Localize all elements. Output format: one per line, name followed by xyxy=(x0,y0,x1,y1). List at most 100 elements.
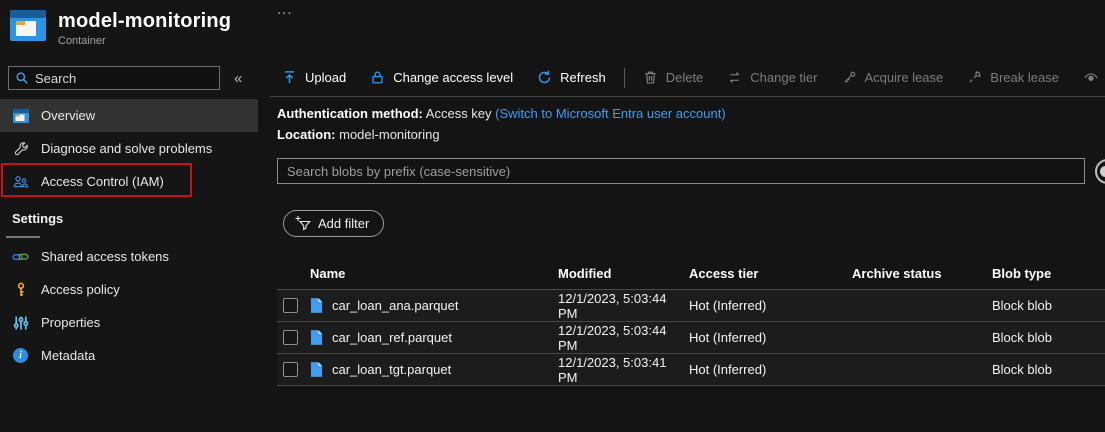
column-header-archive-status[interactable]: Archive status xyxy=(852,266,992,281)
break-lease-button: Break lease xyxy=(955,59,1071,96)
clipped-circle-button[interactable] xyxy=(1095,159,1105,184)
file-icon xyxy=(310,362,323,377)
acquire-lease-button: Acquire lease xyxy=(830,59,956,96)
file-icon xyxy=(310,298,323,313)
access-tier-cell: Hot (Inferred) xyxy=(689,330,852,345)
switch-entra-link[interactable]: (Switch to Microsoft Entra user account) xyxy=(495,106,725,121)
sidebar-item-label: Access policy xyxy=(41,282,120,297)
toolbar-label: Upload xyxy=(305,70,346,85)
page-title: model-monitoring xyxy=(58,10,231,32)
azure-container-page: { "colors": { "accent": "#2899f5", "link… xyxy=(0,0,1105,432)
row-checkbox-cell xyxy=(277,330,305,345)
sidebar-item-access-policy[interactable]: Access policy xyxy=(0,273,258,306)
row-checkbox[interactable] xyxy=(283,330,298,345)
upload-icon xyxy=(282,70,297,85)
sidebar-item-overview[interactable]: Overview xyxy=(0,99,258,132)
sidebar-item-metadata[interactable]: i Metadata xyxy=(0,339,258,372)
toolbar-label: Refresh xyxy=(560,70,606,85)
info-icon: i xyxy=(12,347,29,364)
add-filter-button[interactable]: Add filter xyxy=(283,210,384,237)
link-icon xyxy=(12,248,29,265)
auth-method-value: Access key xyxy=(426,106,492,121)
sidebar-search-input[interactable] xyxy=(35,71,195,86)
eye-icon xyxy=(1083,70,1099,85)
toolbar-label: Change access level xyxy=(393,70,513,85)
container-overview-icon xyxy=(12,107,29,124)
change-access-level-button[interactable]: Change access level xyxy=(358,59,525,96)
blob-search-input[interactable] xyxy=(278,164,1084,179)
column-header-modified[interactable]: Modified xyxy=(558,266,689,281)
blob-search-box[interactable] xyxy=(277,158,1085,184)
upload-button[interactable]: Upload xyxy=(270,59,358,96)
lease-icon xyxy=(842,70,857,85)
sliders-icon xyxy=(12,314,29,331)
sidebar-nav: Overview Diagnose and solve problems Acc… xyxy=(0,99,258,198)
toolbar-label: Acquire lease xyxy=(865,70,944,85)
table-row: car_loan_tgt.parquet 12/1/2023, 5:03:41 … xyxy=(277,354,1105,386)
blob-name-link[interactable]: car_loan_ana.parquet xyxy=(332,298,459,313)
location-label: Location: xyxy=(277,127,336,142)
sidebar-item-label: Metadata xyxy=(41,348,95,363)
trash-icon xyxy=(643,70,658,85)
blob-name-cell: car_loan_tgt.parquet xyxy=(305,362,558,377)
blob-type-cell: Block blob xyxy=(992,298,1105,313)
toolbar-label: Delete xyxy=(666,70,704,85)
access-tier-cell: Hot (Inferred) xyxy=(689,362,852,377)
settings-divider xyxy=(6,236,40,238)
key-icon xyxy=(12,281,29,298)
sidebar-item-access-control-iam[interactable]: Access Control (IAM) xyxy=(0,165,258,198)
sidebar-item-label: Overview xyxy=(41,108,95,123)
toolbar-divider xyxy=(624,68,625,88)
sidebar-item-shared-access-tokens[interactable]: Shared access tokens xyxy=(0,240,258,273)
access-tier-cell: Hot (Inferred) xyxy=(689,298,852,313)
blob-name-cell: car_loan_ref.parquet xyxy=(305,330,558,345)
container-icon xyxy=(10,10,46,41)
lock-icon xyxy=(370,70,385,85)
wrench-icon xyxy=(12,140,29,157)
sidebar-search-box[interactable] xyxy=(8,66,220,90)
refresh-button[interactable]: Refresh xyxy=(525,59,618,96)
blob-name-link[interactable]: car_loan_ref.parquet xyxy=(332,330,452,345)
refresh-icon xyxy=(537,70,552,85)
table-body: car_loan_ana.parquet 12/1/2023, 5:03:44 … xyxy=(277,290,1105,386)
settings-heading: Settings xyxy=(12,211,63,226)
more-options-button[interactable]: ... xyxy=(277,1,293,18)
add-filter-label: Add filter xyxy=(318,216,369,231)
table-row: car_loan_ref.parquet 12/1/2023, 5:03:44 … xyxy=(277,322,1105,354)
container-header: model-monitoring Container xyxy=(0,0,258,47)
collapse-sidebar-button[interactable]: « xyxy=(234,70,242,87)
blob-type-cell: Block blob xyxy=(992,330,1105,345)
row-checkbox[interactable] xyxy=(283,298,298,313)
delete-button: Delete xyxy=(631,59,716,96)
people-icon xyxy=(12,173,29,190)
blob-name-link[interactable]: car_loan_tgt.parquet xyxy=(332,362,451,377)
sidebar-item-properties[interactable]: Properties xyxy=(0,306,258,339)
auth-method-label: Authentication method: xyxy=(277,106,423,121)
row-checkbox[interactable] xyxy=(283,362,298,377)
change-tier-button: Change tier xyxy=(715,59,829,96)
column-header-name[interactable]: Name xyxy=(305,266,558,281)
toolbar-label: Break lease xyxy=(990,70,1059,85)
sidebar-item-diagnose[interactable]: Diagnose and solve problems xyxy=(0,132,258,165)
column-header-access-tier[interactable]: Access tier xyxy=(689,266,852,281)
search-icon xyxy=(15,71,29,85)
modified-cell: 12/1/2023, 5:03:44 PM xyxy=(558,323,689,353)
sidebar-item-label: Shared access tokens xyxy=(41,249,169,264)
sidebar: model-monitoring Container « Overview Di… xyxy=(0,0,258,432)
table-row: car_loan_ana.parquet 12/1/2023, 5:03:44 … xyxy=(277,290,1105,322)
add-filter-icon xyxy=(294,215,311,232)
row-checkbox-cell xyxy=(277,362,305,377)
authentication-method-line: Authentication method: Access key (Switc… xyxy=(277,106,726,121)
modified-cell: 12/1/2023, 5:03:41 PM xyxy=(558,355,689,385)
swap-arrows-icon xyxy=(727,70,742,85)
toolbar: Upload Change access level Refresh Delet… xyxy=(270,59,1105,97)
table-header-row: Name Modified Access tier Archive status… xyxy=(277,257,1105,290)
sidebar-settings-nav: Shared access tokens Access policy Prope… xyxy=(0,240,258,372)
toolbar-label: Change tier xyxy=(750,70,817,85)
modified-cell: 12/1/2023, 5:03:44 PM xyxy=(558,291,689,321)
page-subtitle: Container xyxy=(58,35,231,47)
file-icon xyxy=(310,330,323,345)
column-header-blob-type[interactable]: Blob type xyxy=(992,266,1105,281)
blob-table: Name Modified Access tier Archive status… xyxy=(277,257,1105,386)
break-lease-icon xyxy=(967,70,982,85)
